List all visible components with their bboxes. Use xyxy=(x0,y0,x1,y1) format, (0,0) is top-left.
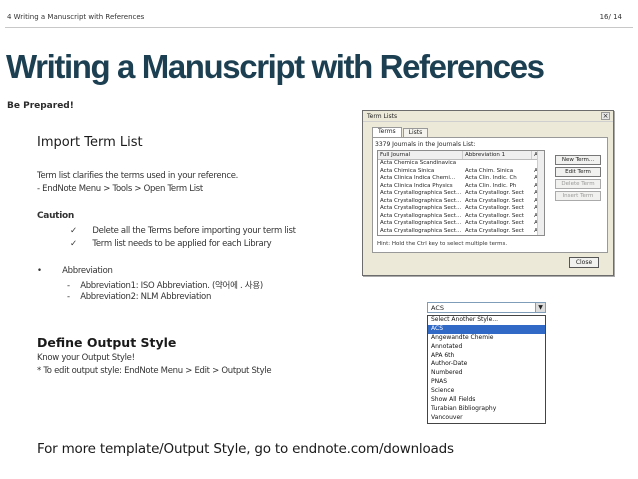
output-style-dropdown: ACS ▼ Select Another Style... ACS Angewand… xyxy=(427,302,546,424)
table-row[interactable]: Acta Chimica SinicaActa Chim. SinicaAc xyxy=(378,168,544,176)
table-cell: Acta Clinica Indica Physics xyxy=(380,182,453,189)
table-cell: Acta Crystallographica Sect... xyxy=(380,227,462,234)
bullet-icon: • xyxy=(37,266,42,276)
dialog-hint: Hint: Hold the Ctrl key to select multip… xyxy=(377,241,508,247)
style-select[interactable]: ACS ▼ xyxy=(427,302,546,313)
style-option[interactable]: Numbered xyxy=(428,369,545,378)
table-row[interactable]: Acta Clinica Indica Physics Acta Clin. In… xyxy=(378,183,544,191)
table-cell: Acta Clin. Indic. Ph xyxy=(464,182,517,189)
output-style-line2: * To edit output style: EndNote Menu > E… xyxy=(37,366,272,376)
abbreviation-item: - Abbreviation2: NLM Abbreviation xyxy=(67,292,211,302)
table-cell: Acta Crystallogr. Sect xyxy=(464,190,524,196)
caution-item-text: Term list needs to be applied for each L… xyxy=(92,239,272,249)
style-option[interactable]: ACS xyxy=(428,324,545,334)
close-icon[interactable]: × xyxy=(601,112,610,120)
table-row[interactable]: Acta Clinica Indica Chemi... Acta Clin. I… xyxy=(378,175,544,183)
list-rows: Acta Chemica Scandinavica Acta Chimica Si… xyxy=(378,160,544,235)
column-header[interactable]: Full Journal xyxy=(378,151,463,159)
abbreviation-item-text: Abbreviation1: ISO Abbreviation. (약어에 . … xyxy=(80,281,263,291)
dialog-title: Term Lists xyxy=(363,111,613,122)
footer-link-text: For more template/Output Style, go to en… xyxy=(37,441,454,457)
table-row[interactable]: Acta Crystallographica Sect... Acta Cryst… xyxy=(378,220,544,228)
table-cell: Acta Crystallogr. Sect xyxy=(464,220,524,226)
style-option[interactable]: Show All Fields xyxy=(428,396,545,405)
style-option[interactable]: Author-Date xyxy=(428,360,545,369)
journal-list[interactable]: Full Journal Abbreviation 1 A Acta Chemi… xyxy=(377,150,545,236)
term-list-description: Term list clarifies the terms used in yo… xyxy=(37,171,239,181)
table-cell: Acta Chemica Scandinavica xyxy=(380,160,457,166)
output-style-line1: Know your Output Style! xyxy=(37,353,135,363)
abbreviation-bullet-item: • Abbreviation xyxy=(37,266,113,276)
insert-term-button[interactable]: Insert Term xyxy=(555,191,601,201)
table-cell: Acta Crystallographica Sect... xyxy=(380,220,462,226)
close-button[interactable]: Close xyxy=(569,257,599,268)
check-icon: ✓ xyxy=(70,239,77,249)
page-subtitle: Be Prepared! xyxy=(7,101,74,111)
style-option[interactable]: Angewandte Chemie xyxy=(428,334,545,343)
table-row[interactable]: Acta Crystallographica Sect... Acta Cryst… xyxy=(378,205,544,213)
table-cell: Acta Chim. Sinica xyxy=(464,167,514,174)
dash-icon: - xyxy=(67,292,70,302)
import-term-list-heading: Import Term List xyxy=(37,135,143,150)
style-option[interactable]: Turabian Bibliography xyxy=(428,405,545,414)
table-cell: Acta Chimica Sinica xyxy=(380,167,435,174)
list-header: Full Journal Abbreviation 1 A xyxy=(378,151,544,160)
table-cell: Acta Crystallographica Sect... xyxy=(380,190,462,196)
table-cell: Acta Crystallogr. Sect xyxy=(464,227,524,234)
style-option[interactable]: PNAS xyxy=(428,378,545,387)
table-cell: Acta Crystallogr. Sect xyxy=(464,205,524,211)
tab-terms[interactable]: Terms xyxy=(372,127,402,137)
column-header[interactable]: Abbreviation 1 xyxy=(463,151,533,159)
style-option[interactable]: Vancouver xyxy=(428,414,545,423)
table-cell: Acta Crystallographica Sect... xyxy=(380,197,462,204)
style-option[interactable]: Select Another Style... xyxy=(428,316,545,325)
breadcrumb: 4 Writing a Manuscript with References xyxy=(7,13,145,21)
caution-label: Caution xyxy=(37,211,74,221)
selected-style: ACS xyxy=(431,304,444,312)
chevron-down-icon[interactable]: ▼ xyxy=(535,303,545,312)
define-output-style-heading: Define Output Style xyxy=(37,335,177,350)
table-cell: Acta Clinica Indica Chemi... xyxy=(380,175,456,181)
abbreviation-label: Abbreviation xyxy=(62,266,113,276)
caution-item: ✓ Term list needs to be applied for each… xyxy=(70,239,272,249)
caution-item: ✓ Delete all the Terms before importing … xyxy=(70,226,296,236)
tab-lists[interactable]: Lists xyxy=(402,128,429,137)
table-row[interactable]: Acta Crystallographica Sect... Acta Cryst… xyxy=(378,228,544,236)
table-row[interactable]: Acta Crystallographica Sect... Acta Cryst… xyxy=(378,198,544,206)
new-term-button[interactable]: New Term... xyxy=(555,155,601,165)
table-row[interactable]: Acta Crystallographica Sect... Acta Cryst… xyxy=(378,190,544,198)
term-lists-dialog: Term Lists × Terms Lists 3379 Journals i… xyxy=(362,110,614,276)
table-cell: Acta Crystallographica Sect... xyxy=(380,205,462,211)
abbreviation-item: - Abbreviation1: ISO Abbreviation. (약어에 … xyxy=(67,279,263,291)
table-cell: Acta Crystallogr. Sect xyxy=(464,197,524,204)
style-option[interactable]: APA 6th xyxy=(428,352,545,361)
edit-term-button[interactable]: Edit Term xyxy=(555,167,601,177)
term-list-menu-path: - EndNote Menu > Tools > Open Term List xyxy=(37,184,203,194)
delete-term-button[interactable]: Delete Term xyxy=(555,179,601,189)
table-row[interactable]: Acta Chemica Scandinavica xyxy=(378,160,544,168)
dialog-button-column: New Term... Edit Term Delete Term Insert… xyxy=(555,155,601,203)
header-divider xyxy=(5,27,633,28)
abbreviation-item-text: Abbreviation2: NLM Abbreviation xyxy=(80,292,212,302)
table-cell: Acta Crystallographica Sect... xyxy=(380,212,462,219)
table-cell xyxy=(463,160,532,168)
table-cell: Acta Crystallogr. Sect xyxy=(464,212,524,219)
table-cell: Acta Clin. Indic. Ch xyxy=(464,175,517,181)
style-options-list: Select Another Style... ACS Angewandte Che… xyxy=(427,315,546,424)
dialog-tabs: Terms Lists xyxy=(372,127,429,137)
style-option[interactable]: Science xyxy=(428,387,545,396)
table-row[interactable]: Acta Crystallographica Sect... Acta Cryst… xyxy=(378,213,544,221)
check-icon: ✓ xyxy=(70,226,77,236)
style-option[interactable]: Annotated xyxy=(428,343,545,352)
journal-count-label: 3379 Journals in the Journals List: xyxy=(375,141,476,148)
caution-item-text: Delete all the Terms before importing yo… xyxy=(92,226,296,236)
page-number: 16/ 14 xyxy=(599,13,622,21)
dash-icon: - xyxy=(67,281,70,291)
list-scrollbar[interactable] xyxy=(537,151,544,235)
page-title: Writing a Manuscript with References xyxy=(6,48,545,85)
